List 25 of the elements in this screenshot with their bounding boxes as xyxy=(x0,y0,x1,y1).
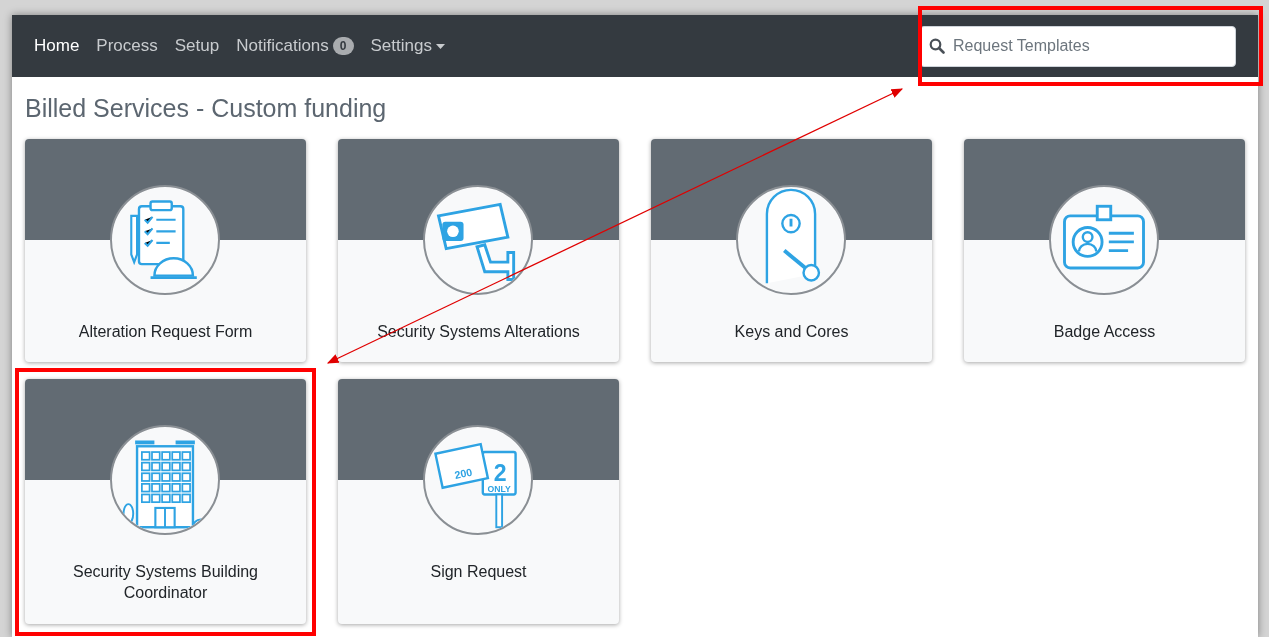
template-card[interactable]: Alteration Request Form xyxy=(25,139,306,362)
nav-link[interactable]: Process xyxy=(96,33,158,59)
nav-link[interactable]: Settings xyxy=(370,33,445,59)
nav-link[interactable]: Setup xyxy=(174,33,220,59)
sign-number: 2 xyxy=(493,459,507,486)
template-card[interactable]: 200 2 ONLY Sign Request xyxy=(338,379,619,624)
card-title: Sign Request xyxy=(429,562,528,582)
search-icon xyxy=(929,37,945,54)
card-title: Keys and Cores xyxy=(733,322,850,342)
sign-note: ONLY xyxy=(487,483,511,494)
card-title: Badge Access xyxy=(1052,322,1157,342)
nav-label: Settings xyxy=(370,35,432,58)
notification-count: 0 xyxy=(332,37,354,55)
card-title: Security Systems Building Coordinator xyxy=(72,562,259,603)
nav-label: Notifications xyxy=(236,35,329,58)
nav-link[interactable]: Notifications 0 xyxy=(236,33,354,59)
template-card[interactable]: Badge Access xyxy=(964,139,1245,362)
room-number: 200 xyxy=(453,465,474,482)
search-field[interactable]: Request Templates xyxy=(920,25,1236,67)
card-title: Alteration Request Form xyxy=(77,322,254,342)
template-card[interactable]: Keys and Cores xyxy=(651,139,932,362)
template-card[interactable]: Security Systems Building Coordinator xyxy=(25,379,306,624)
caret-icon xyxy=(435,43,445,49)
nav-link[interactable]: Home xyxy=(34,33,80,59)
page-heading: Billed Services - Custom funding xyxy=(25,93,388,123)
